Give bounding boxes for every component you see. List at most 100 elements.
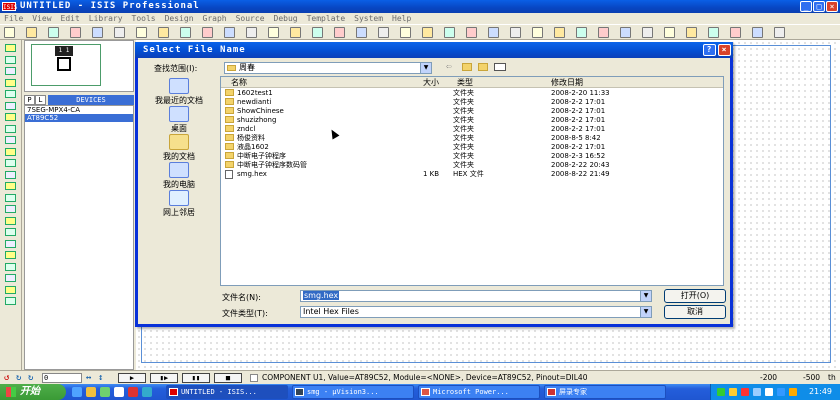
rotation-angle-field[interactable]: 0 — [42, 373, 82, 383]
text-script-icon[interactable] — [5, 90, 16, 98]
save-icon[interactable] — [48, 27, 59, 38]
file-row[interactable]: 液晶1602 文件夹 2008-2-2 17:01 — [221, 143, 723, 152]
column-type[interactable]: 类型 — [457, 77, 473, 88]
new-sheet-icon[interactable] — [686, 27, 697, 38]
netlist-icon[interactable] — [752, 27, 763, 38]
menu-graph[interactable]: Graph — [203, 13, 227, 24]
open-icon[interactable] — [26, 27, 37, 38]
zoom-area-icon[interactable] — [312, 27, 323, 38]
menu-edit[interactable]: Edit — [61, 13, 80, 24]
file-row[interactable]: 杨俊资料 文件夹 2008-8-5 8:42 — [221, 134, 723, 143]
place-desktop[interactable]: 桌面 — [142, 106, 216, 134]
mirror-vertical-icon[interactable]: ↕ — [98, 373, 103, 383]
tray-icon[interactable] — [777, 388, 785, 396]
remove-sheet-icon[interactable] — [708, 27, 719, 38]
menu-tools[interactable]: Tools — [132, 13, 156, 24]
text-icon[interactable] — [5, 274, 16, 282]
pick-devices-button[interactable]: P — [24, 95, 35, 105]
arc-icon[interactable] — [5, 251, 16, 259]
junction-dot-icon[interactable] — [5, 67, 16, 75]
file-row[interactable]: ShowChinese 文件夹 2008-2-2 17:01 — [221, 107, 723, 116]
block-rotate-icon[interactable] — [488, 27, 499, 38]
menu-system[interactable]: System — [354, 13, 383, 24]
block-move-icon[interactable] — [466, 27, 477, 38]
mirror-horizontal-icon[interactable]: ↔ — [86, 373, 91, 383]
minimize-button[interactable]: _ — [800, 1, 812, 12]
place-network[interactable]: 网上邻居 — [142, 190, 216, 218]
column-size[interactable]: 大小 — [423, 77, 439, 88]
undo-icon[interactable] — [334, 27, 345, 38]
task-uvision[interactable]: smg - μVision3... — [292, 385, 414, 399]
pause-button[interactable]: ▮▮ — [182, 373, 210, 383]
chevron-down-icon[interactable]: ▼ — [640, 307, 651, 317]
device-pin-icon[interactable] — [5, 136, 16, 144]
tray-icon[interactable] — [717, 388, 725, 396]
bus-icon[interactable] — [5, 101, 16, 110]
tray-icon[interactable] — [741, 388, 749, 396]
copy-icon[interactable] — [400, 27, 411, 38]
ares-icon[interactable] — [774, 27, 785, 38]
back-icon[interactable]: ⇦ — [446, 62, 451, 72]
column-modified[interactable]: 修改日期 — [551, 77, 583, 88]
place-my-documents[interactable]: 我的文档 — [142, 134, 216, 162]
marker-icon[interactable] — [5, 297, 16, 305]
file-row[interactable]: shuzizhong 文件夹 2008-2-2 17:01 — [221, 116, 723, 125]
filename-field[interactable]: smg.hex ▼ — [300, 290, 652, 302]
cut-icon[interactable] — [378, 27, 389, 38]
place-recent[interactable]: 我最近的文档 — [142, 78, 216, 106]
pan-icon[interactable] — [224, 27, 235, 38]
stop-button[interactable]: ■ — [214, 373, 242, 383]
device-item-selected[interactable]: AT89C52 — [25, 114, 133, 122]
start-button[interactable]: 开始 — [0, 384, 66, 400]
column-name[interactable]: 名称 — [231, 77, 247, 88]
line-icon[interactable] — [5, 216, 16, 225]
circle-icon[interactable] — [5, 239, 16, 248]
graph-icon[interactable] — [5, 147, 16, 156]
virtual-instrument-icon[interactable] — [5, 205, 16, 213]
zoom-in-icon[interactable] — [246, 27, 257, 38]
file-row[interactable]: 1602test1 文件夹 2008-2-20 11:33 — [221, 89, 723, 98]
zoom-sheet-icon[interactable] — [730, 27, 741, 38]
new-icon[interactable] — [4, 27, 15, 38]
decompose-icon[interactable] — [598, 27, 609, 38]
chevron-down-icon[interactable]: ▼ — [640, 291, 651, 301]
voltage-probe-icon[interactable] — [5, 182, 16, 190]
menu-file[interactable]: File — [4, 13, 23, 24]
property-tool-icon[interactable] — [664, 27, 675, 38]
component-mode-icon[interactable] — [5, 55, 16, 64]
pick-device-icon[interactable] — [532, 27, 543, 38]
selection-mode-icon[interactable] — [5, 44, 16, 52]
task-screen-recorder[interactable]: 屏录专家 — [544, 385, 666, 399]
ie-icon[interactable] — [72, 387, 82, 397]
menu-library[interactable]: Library — [89, 13, 123, 24]
place-my-computer[interactable]: 我的电脑 — [142, 162, 216, 190]
import-icon[interactable] — [70, 27, 81, 38]
app-quicklaunch-icon[interactable] — [142, 387, 152, 397]
menu-debug[interactable]: Debug — [274, 13, 298, 24]
dialog-close-button[interactable]: × — [718, 44, 731, 56]
redraw-icon[interactable] — [158, 27, 169, 38]
terminal-icon[interactable] — [5, 124, 16, 133]
open-button[interactable]: 打开(O) — [664, 289, 726, 303]
task-isis[interactable]: UNTITLED - ISIS... — [166, 385, 288, 399]
tape-recorder-icon[interactable] — [5, 159, 16, 167]
lookin-combo[interactable]: 周春 ▼ — [224, 62, 432, 74]
step-button[interactable]: ▮▶ — [150, 373, 178, 383]
media-icon[interactable] — [100, 387, 110, 397]
close-button[interactable]: × — [826, 1, 838, 12]
play-button[interactable]: ▶ — [118, 373, 146, 383]
origin-icon[interactable] — [202, 27, 213, 38]
maximize-button[interactable]: □ — [813, 1, 825, 12]
wire-label-icon[interactable] — [5, 78, 16, 87]
block-delete-icon[interactable] — [510, 27, 521, 38]
menu-view[interactable]: View — [32, 13, 51, 24]
overview-window[interactable]: 1 1 1 — [24, 40, 134, 92]
show-desktop-icon[interactable] — [114, 387, 124, 397]
current-probe-icon[interactable] — [5, 193, 16, 202]
search-tag-icon[interactable] — [642, 27, 653, 38]
packaging-icon[interactable] — [576, 27, 587, 38]
device-item[interactable]: 7SEG-MPX4-CA — [25, 106, 133, 114]
export-icon[interactable] — [92, 27, 103, 38]
help-button[interactable]: ? — [703, 44, 716, 56]
make-device-icon[interactable] — [554, 27, 565, 38]
